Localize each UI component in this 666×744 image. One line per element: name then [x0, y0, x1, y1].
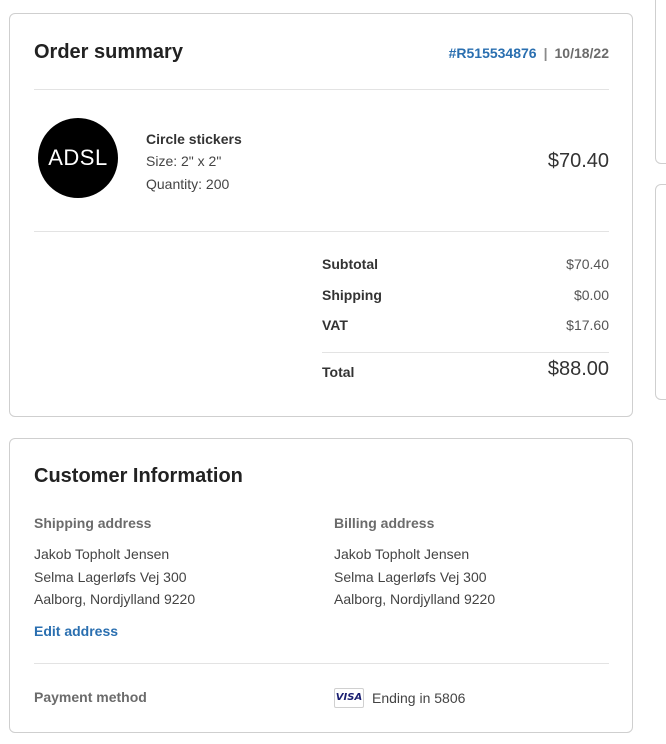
order-number-link[interactable]: #R515534876	[449, 45, 537, 61]
meta-separator: |	[543, 45, 548, 61]
shipping-city: Aalborg, Nordjylland 9220	[34, 591, 196, 607]
payment-method-label: Payment method	[34, 689, 147, 705]
payment-method-info: VISA Ending in 5806	[334, 688, 465, 708]
vat-label: VAT	[322, 317, 348, 333]
shipping-address-heading: Shipping address	[34, 515, 152, 531]
header-divider	[34, 89, 609, 90]
billing-address: Billing address Jakob Topholt Jensen Sel…	[334, 515, 495, 611]
order-summary-card: Order summary #R515534876 | 10/18/22 ADSL …	[9, 13, 633, 417]
shipping-name: Jakob Topholt Jensen	[34, 546, 170, 562]
item-size: Size: 2" x 2"	[146, 153, 222, 169]
billing-name: Jakob Topholt Jensen	[334, 546, 470, 562]
item-name: Circle stickers	[146, 131, 242, 147]
shipping-street: Selma Lagerløfs Vej 300	[34, 568, 187, 585]
product-logo-text: ADSL	[48, 145, 108, 170]
item-quantity: Quantity: 200	[146, 176, 230, 192]
billing-city: Aalborg, Nordjylland 9220	[334, 591, 496, 607]
item-price: $70.40	[547, 150, 609, 172]
subtotal-value: $70.40	[566, 256, 609, 272]
subtotal-label: Subtotal	[322, 256, 378, 272]
billing-address-heading: Billing address	[334, 515, 435, 531]
adjacent-panel-edge	[655, 184, 666, 400]
shipping-address: Shipping address Jakob Topholt Jensen Se…	[34, 515, 195, 611]
customer-information-card: Customer Information Shipping address Ja…	[9, 438, 633, 733]
adjacent-panel-edge	[655, 0, 666, 164]
edit-address-link[interactable]: Edit address	[34, 623, 118, 639]
item-divider	[34, 231, 609, 232]
order-summary-title: Order summary	[34, 41, 183, 63]
product-logo: ADSL	[38, 118, 118, 198]
shipping-value: $0.00	[573, 287, 609, 303]
visa-card-icon: VISA	[334, 688, 364, 708]
payment-divider	[34, 663, 609, 664]
vat-value: $17.60	[566, 317, 609, 333]
total-value: $88.00	[547, 358, 609, 380]
order-date: 10/18/22	[554, 45, 610, 61]
shipping-label: Shipping	[322, 287, 382, 303]
order-meta: #R515534876 | 10/18/22	[449, 45, 609, 61]
totals-divider	[322, 352, 609, 353]
billing-street: Selma Lagerløfs Vej 300	[334, 568, 487, 585]
customer-information-title: Customer Information	[34, 465, 243, 487]
total-label: Total	[322, 364, 355, 380]
card-ending-text: Ending in 5806	[372, 690, 466, 706]
